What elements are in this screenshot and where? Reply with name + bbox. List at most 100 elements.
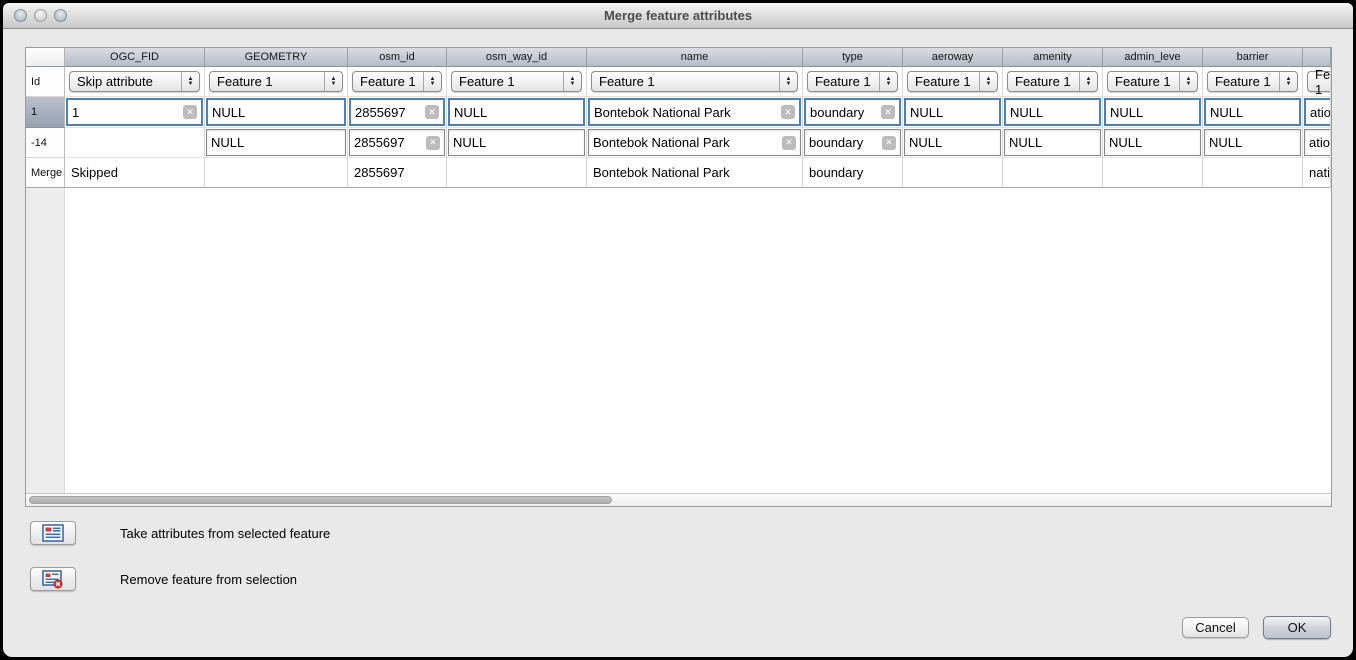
row-header--14[interactable]: -14 — [26, 128, 65, 158]
window-title: Merge feature attributes — [3, 8, 1353, 23]
combo-arrows-icon: ▲▼ — [563, 72, 581, 91]
merge-barrier-cell — [1203, 158, 1302, 187]
titlebar: Merge feature attributes — [3, 3, 1353, 29]
column-header-aeroway[interactable]: aeroway — [903, 48, 1003, 67]
cancel-button[interactable]: Cancel — [1182, 617, 1249, 638]
row-header-id[interactable]: Id — [26, 67, 65, 97]
clear-field-icon[interactable]: ✕ — [426, 136, 440, 150]
clear-field-icon[interactable]: ✕ — [881, 105, 895, 119]
policy-combo-osm-way-id[interactable]: Feature 1 ▲▼ — [451, 71, 582, 92]
merge-type-cell: boundary — [803, 158, 902, 187]
combo-value: Feature 1 — [1015, 74, 1071, 89]
row1-osm-id-input[interactable]: 2855697 ✕ — [349, 98, 445, 126]
policy-combo-osm-id[interactable]: Feature 1 ▲▼ — [352, 71, 442, 92]
column-header-clipped[interactable] — [1303, 48, 1331, 67]
clear-field-icon[interactable]: ✕ — [882, 136, 896, 150]
take-attributes-button[interactable] — [30, 521, 76, 545]
column-header-osm-way-id[interactable]: osm_way_id — [447, 48, 587, 67]
row14-osm-id-input[interactable]: 2855697 ✕ — [349, 129, 445, 156]
combo-arrows-icon: ▲▼ — [324, 72, 342, 91]
row1-geometry-input[interactable]: NULL — [206, 98, 346, 126]
clear-field-icon[interactable]: ✕ — [782, 136, 796, 150]
combo-value: Skip attribute — [77, 74, 153, 89]
combo-value: Feature 1 — [459, 74, 515, 89]
merge-aeroway-cell — [903, 158, 1002, 187]
merge-attributes-table: OGC_FID GEOMETRY osm_id osm_way_id name … — [25, 47, 1332, 507]
policy-combo-geometry[interactable]: Feature 1 ▲▼ — [209, 71, 343, 92]
policy-combo-clipped[interactable]: Feature 1 — [1307, 71, 1331, 92]
policy-combo-type[interactable]: Feature 1 ▲▼ — [807, 71, 898, 92]
row1-ogc-fid-input[interactable]: 1 ✕ — [66, 98, 203, 126]
column-header-admin-leve[interactable]: admin_leve — [1103, 48, 1203, 67]
policy-combo-name[interactable]: Feature 1 ▲▼ — [591, 71, 798, 92]
row14-geometry-input[interactable]: NULL — [206, 129, 346, 156]
column-header-osm-id[interactable]: osm_id — [348, 48, 447, 67]
remove-feature-action: Remove feature from selection — [30, 567, 297, 591]
row-header-merge[interactable]: Merge — [26, 158, 65, 188]
row14-clipped-input[interactable]: ation — [1304, 129, 1331, 156]
combo-value: Feature 1 — [217, 74, 273, 89]
take-attributes-action: Take attributes from selected feature — [30, 521, 330, 545]
row14-aeroway-input[interactable]: NULL — [904, 129, 1001, 156]
row14-admin-leve-input[interactable]: NULL — [1104, 129, 1201, 156]
combo-arrows-icon: ▲▼ — [879, 72, 897, 91]
take-attributes-icon — [42, 524, 64, 542]
row14-type-input[interactable]: boundary ✕ — [804, 129, 901, 156]
horizontal-scrollbar-thumb[interactable] — [29, 496, 612, 504]
row1-clipped-input[interactable]: ation — [1304, 98, 1331, 126]
column-header-type[interactable]: type — [803, 48, 903, 67]
combo-value: Feature 1 — [1215, 74, 1271, 89]
combo-arrows-icon: ▲▼ — [1179, 72, 1197, 91]
row1-name-input[interactable]: Bontebok National Park ✕ — [588, 98, 801, 126]
horizontal-scrollbar[interactable] — [26, 493, 1331, 506]
combo-value: Feature 1 — [360, 74, 416, 89]
ok-button[interactable]: OK — [1263, 616, 1331, 639]
policy-combo-admin-leve[interactable]: Feature 1 ▲▼ — [1107, 71, 1198, 92]
row1-barrier-input[interactable]: NULL — [1204, 98, 1301, 126]
combo-value: Feature 1 — [1315, 67, 1331, 97]
policy-combo-amenity[interactable]: Feature 1 ▲▼ — [1007, 71, 1098, 92]
merge-name-cell: Bontebok National Park — [587, 158, 802, 187]
policy-combo-ogc-fid[interactable]: Skip attribute ▲▼ — [69, 71, 200, 92]
row1-aeroway-input[interactable]: NULL — [904, 98, 1001, 126]
row14-amenity-input[interactable]: NULL — [1004, 129, 1101, 156]
column-header-barrier[interactable]: barrier — [1203, 48, 1303, 67]
row-header-strip — [26, 188, 65, 493]
policy-combo-aeroway[interactable]: Feature 1 ▲▼ — [907, 71, 998, 92]
merge-clipped-cell: natio — [1303, 158, 1330, 187]
row14-name-input[interactable]: Bontebok National Park ✕ — [588, 129, 801, 156]
clear-field-icon[interactable]: ✕ — [183, 105, 197, 119]
remove-feature-button[interactable] — [30, 567, 76, 591]
row1-type-input[interactable]: boundary ✕ — [804, 98, 901, 126]
row1-amenity-input[interactable]: NULL — [1004, 98, 1101, 126]
row-header-1[interactable]: 1 — [26, 97, 65, 128]
row14-barrier-input[interactable]: NULL — [1204, 129, 1301, 156]
remove-feature-icon — [42, 570, 64, 589]
combo-arrows-icon: ▲▼ — [1079, 72, 1097, 91]
merge-amenity-cell — [1003, 158, 1102, 187]
column-header-ogc-fid[interactable]: OGC_FID — [65, 48, 205, 67]
merge-osm-way-id-cell — [447, 158, 586, 187]
combo-value: Feature 1 — [1115, 74, 1171, 89]
row14-osm-way-id-input[interactable]: NULL — [448, 129, 585, 156]
feature-row--14: -14 NULL 2855697 ✕ NULL Bontebok Nationa… — [26, 128, 1331, 158]
row14-ogc-fid-empty-cell[interactable] — [65, 128, 205, 158]
row1-osm-way-id-input[interactable]: NULL — [448, 98, 585, 126]
merge-osm-id-cell: 2855697 — [348, 158, 446, 187]
merge-policy-row: Id Skip attribute ▲▼ Feature 1 ▲▼ Featur… — [26, 67, 1331, 97]
table-empty-area — [26, 188, 1331, 493]
merge-geometry-cell — [205, 158, 347, 187]
clear-field-icon[interactable]: ✕ — [781, 105, 795, 119]
clear-field-icon[interactable]: ✕ — [425, 105, 439, 119]
column-header-geometry[interactable]: GEOMETRY — [205, 48, 348, 67]
combo-value: Feature 1 — [815, 74, 871, 89]
combo-value: Feature 1 — [915, 74, 971, 89]
row1-admin-leve-input[interactable]: NULL — [1104, 98, 1201, 126]
policy-combo-barrier[interactable]: Feature 1 ▲▼ — [1207, 71, 1298, 92]
combo-arrows-icon: ▲▼ — [979, 72, 997, 91]
combo-arrows-icon: ▲▼ — [779, 72, 797, 91]
column-header-amenity[interactable]: amenity — [1003, 48, 1103, 67]
take-attributes-label: Take attributes from selected feature — [120, 526, 330, 541]
column-header-name[interactable]: name — [587, 48, 803, 67]
merge-result-row: Merge Skipped 2855697 Bontebok National … — [26, 158, 1331, 188]
